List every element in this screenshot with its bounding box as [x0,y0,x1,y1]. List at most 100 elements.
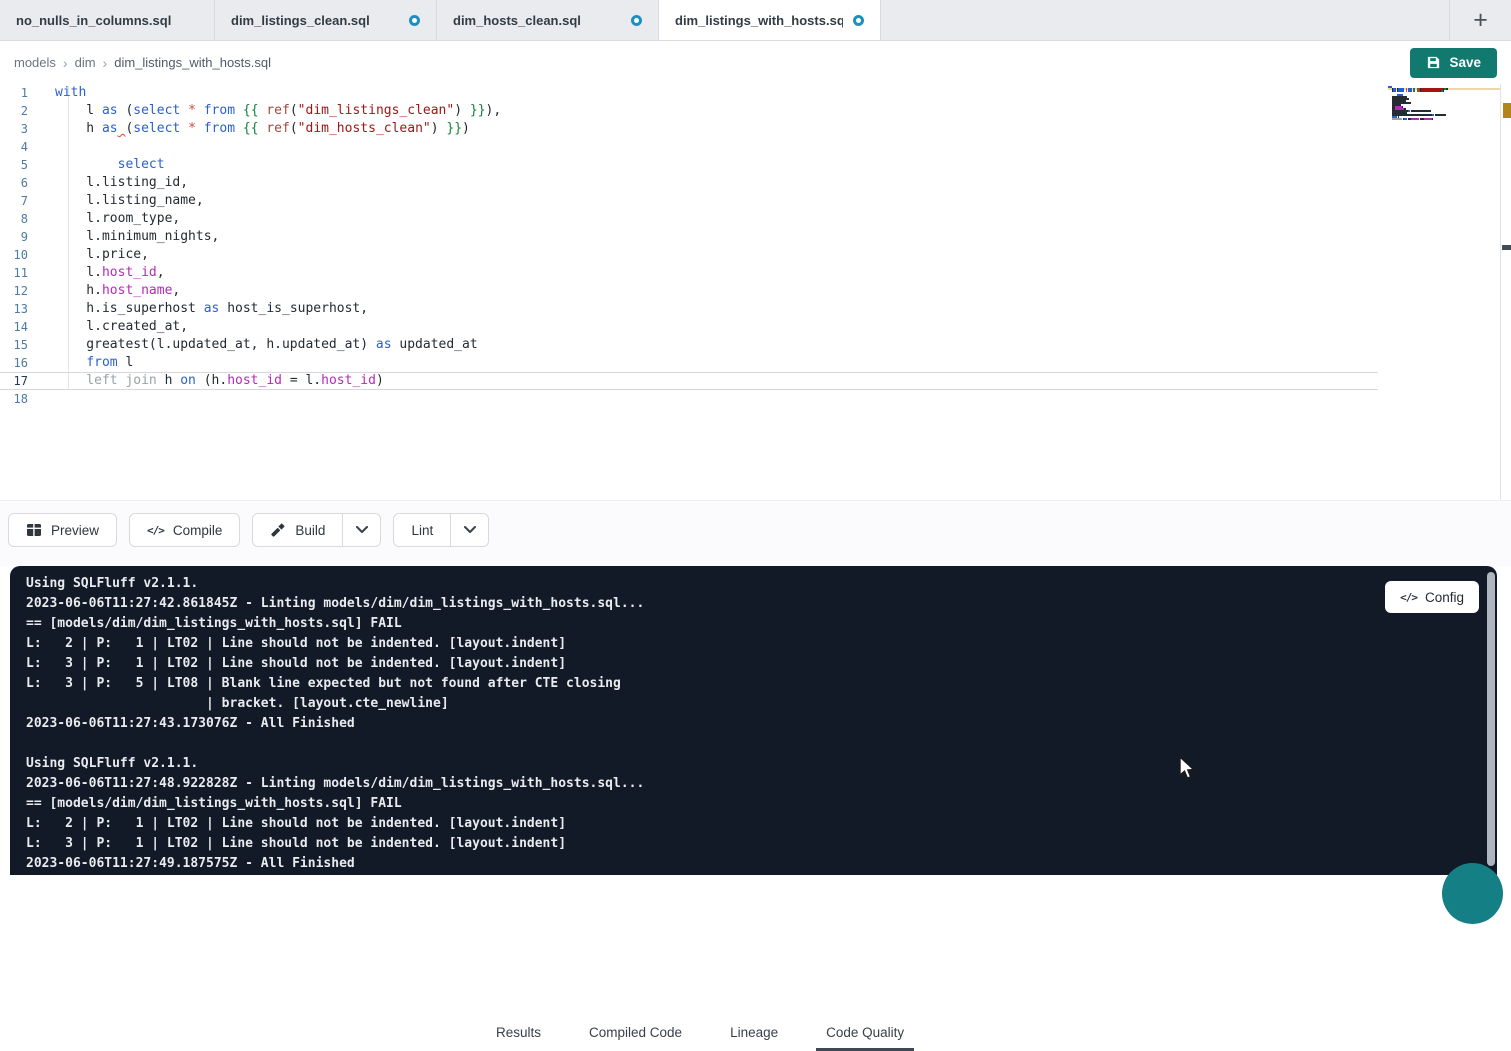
build-button[interactable]: Build [253,514,342,546]
code-line[interactable]: 1with [0,84,1378,102]
code-text: greatest(l.updated_at, h.updated_at) as … [28,336,478,354]
code-line[interactable]: 15 greatest(l.updated_at, h.updated_at) … [0,336,1378,354]
scrollbar-warning-marker [1503,103,1511,118]
code-line[interactable]: 14 l.created_at, [0,318,1378,336]
panel-tab-compiled-code[interactable]: Compiled Code [587,1016,684,1049]
code-line[interactable]: 7 l.listing_name, [0,192,1378,210]
code-line[interactable]: 6 l.listing_id, [0,174,1378,192]
compile-button[interactable]: </> Compile [129,513,240,547]
config-button[interactable]: </> Config [1385,581,1479,613]
lint-button-group: Lint [393,513,489,547]
panel-tab-results[interactable]: Results [494,1016,543,1049]
terminal-line: Using SQLFluff v2.1.1. [26,754,644,774]
breadcrumb-bar: models › dim › dim_listings_with_hosts.sql S… [0,41,1511,84]
code-line[interactable]: 9 l.minimum_nights, [0,228,1378,246]
code-line[interactable]: 3 h as (select * from {{ ref("dim_hosts_… [0,120,1378,138]
tab-dim_listings_with_hosts.sql[interactable]: dim_listings_with_hosts.sql [659,0,881,40]
code-line[interactable]: 12 h.host_name, [0,282,1378,300]
code-text: l.listing_id, [28,174,188,192]
toolbar-strip: Preview </> Compile Build Lint ResultsCo… [0,500,1511,566]
terminal-scrollbar[interactable] [1487,572,1495,866]
tab-dim_listings_clean.sql[interactable]: dim_listings_clean.sql [215,0,437,40]
code-text: l.minimum_nights, [28,228,219,246]
line-number: 10 [0,246,28,264]
code-line[interactable]: 18 [0,390,1378,408]
line-number: 12 [0,282,28,300]
code-text: l as (select * from {{ ref("dim_listings… [28,102,501,120]
tab-bar: no_nulls_in_columns.sql dim_listings_clea… [0,0,1511,41]
line-number: 11 [0,264,28,282]
terminal-line: 2023-06-06T11:27:43.173076Z - All Finish… [26,714,644,734]
breadcrumb-separator-icon: › [103,55,108,71]
tab-no_nulls_in_columns.sql[interactable]: no_nulls_in_columns.sql [0,0,215,40]
minimap-line [1388,120,1500,122]
code-text: l.host_id, [28,264,165,282]
new-tab-button[interactable]: + [1450,0,1511,40]
code-line[interactable]: 4 [0,138,1378,156]
terminal-line: L: 3 | P: 1 | LT02 | Line should not be … [26,834,644,854]
chevron-down-icon [356,526,368,534]
breadcrumb-separator-icon: › [63,55,68,71]
help-bubble-button[interactable] [1442,863,1503,924]
build-dropdown-button[interactable] [342,514,380,546]
breadcrumb-item[interactable]: models [14,55,56,70]
line-number: 18 [0,390,28,408]
code-text: h.host_name, [28,282,180,300]
lint-dropdown-button[interactable] [450,514,488,546]
line-number: 3 [0,120,28,138]
line-number: 13 [0,300,28,318]
build-button-group: Build [252,513,381,547]
terminal-line: == [models/dim/dim_listings_with_hosts.s… [26,794,644,814]
breadcrumb-item[interactable]: dim_listings_with_hosts.sql [114,55,271,70]
code-brackets-icon: </> [1400,591,1417,604]
code-text: left join h on (h.host_id = l.host_id) [28,372,384,390]
line-number: 14 [0,318,28,336]
terminal-line: | bracket. [layout.cte_newline] [26,694,644,714]
dbt-cloud-ide: { "tab_bar": { "tabs": [ { "label": "no_… [0,0,1511,875]
breadcrumb: models › dim › dim_listings_with_hosts.sql [14,55,271,71]
minimap[interactable] [1388,86,1500,122]
tab-bar-right: + [1449,0,1511,40]
editor-scroll-gutter[interactable] [1500,84,1511,500]
code-text: l.price, [28,246,149,264]
terminal-line: 2023-06-06T11:27:49.187575Z - All Finish… [26,854,644,874]
code-text: l.room_type, [28,210,180,228]
code-line[interactable]: 16 from l [0,354,1378,372]
lint-button-label: Lint [411,523,433,538]
code-line[interactable]: 11 l.host_id, [0,264,1378,282]
compile-button-label: Compile [173,523,223,538]
panel-tab-code-quality[interactable]: Code Quality [824,1016,906,1049]
code-line[interactable]: 5 select [0,156,1378,174]
code-text: select [28,156,165,174]
code-line[interactable]: 17 left join h on (h.host_id = l.host_id… [0,372,1378,390]
line-number: 9 [0,228,28,246]
lint-button[interactable]: Lint [394,514,450,546]
plus-icon: + [1473,6,1488,35]
tab-label: dim_listings_clean.sql [231,13,370,28]
unsaved-indicator-icon [409,15,420,26]
code-editor[interactable]: 1with2 l as (select * from {{ ref("dim_l… [0,84,1511,500]
code-line[interactable]: 13 h.is_superhost as host_is_superhost, [0,300,1378,318]
unsaved-indicator-icon [853,15,864,26]
panel-tab-lineage[interactable]: Lineage [728,1016,780,1049]
code-line[interactable]: 2 l as (select * from {{ ref("dim_listin… [0,102,1378,120]
mouse-cursor [1178,756,1196,782]
line-number: 17 [0,372,28,390]
preview-button-label: Preview [51,523,99,538]
table-grid-icon [26,522,42,538]
preview-button[interactable]: Preview [8,513,117,547]
code-text: with [28,84,86,102]
scrollbar-position-marker [1502,245,1511,250]
terminal-line: L: 3 | P: 1 | LT02 | Line should not be … [26,654,644,674]
code-text: h as (select * from {{ ref("dim_hosts_cl… [28,120,470,138]
line-number: 15 [0,336,28,354]
toolbar: Preview </> Compile Build Lint [8,513,489,547]
save-button[interactable]: Save [1410,48,1497,78]
terminal-line: L: 2 | P: 1 | LT02 | Line should not be … [26,634,644,654]
code-line[interactable]: 10 l.price, [0,246,1378,264]
tab-dim_hosts_clean.sql[interactable]: dim_hosts_clean.sql [437,0,659,40]
breadcrumb-item[interactable]: dim [75,55,96,70]
build-button-label: Build [295,523,325,538]
code-line[interactable]: 8 l.room_type, [0,210,1378,228]
panel-tabs: Results Compiled Code Lineage Code Quality [494,1013,906,1051]
